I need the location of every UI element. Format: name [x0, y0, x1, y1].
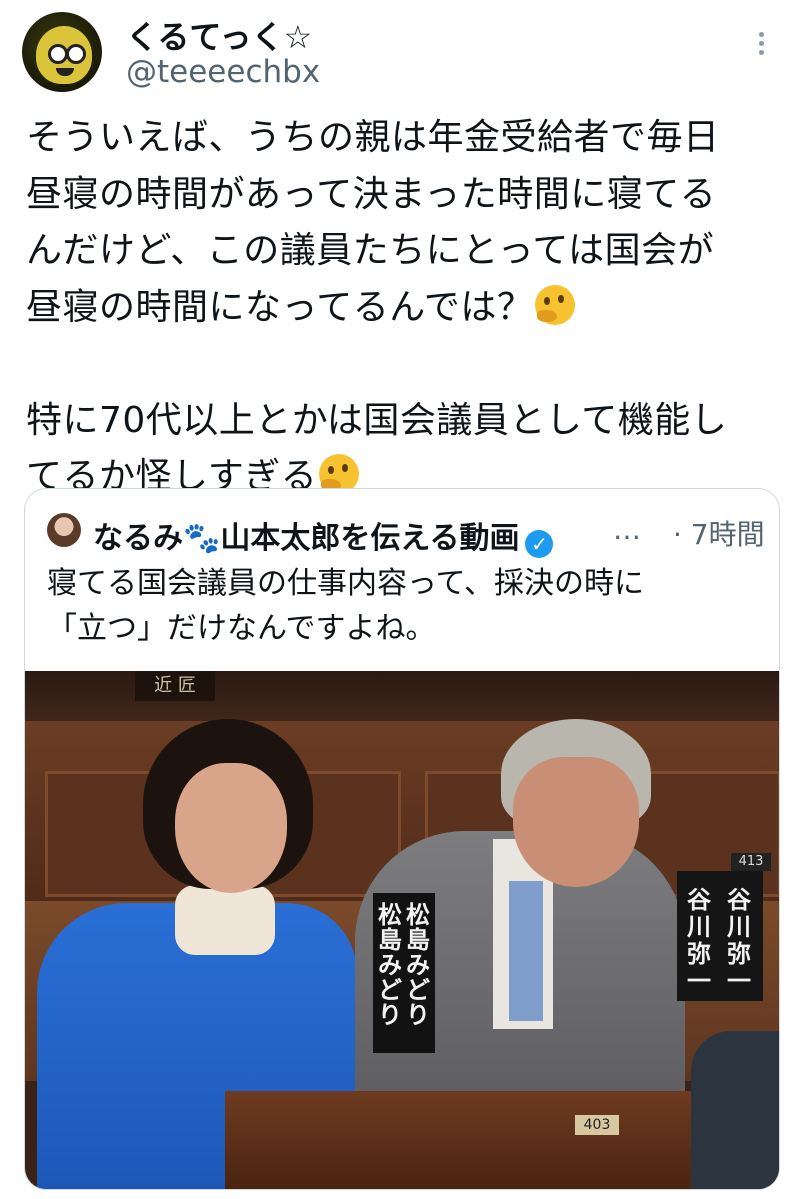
nameplate-char: 島	[406, 926, 430, 954]
nameplate-char: り	[378, 1001, 402, 1029]
nameplate-char: み	[378, 951, 402, 979]
quoted-author-name[interactable]: なるみ🐾山本太郎を伝える動画 ✓	[93, 513, 554, 558]
avatar-eye-icon	[66, 44, 86, 64]
photo-seat-number-2: 413	[731, 853, 771, 871]
photo-sign: 近 匠	[135, 671, 215, 701]
nameplate-char: み	[406, 951, 430, 979]
nameplate-char: 谷	[687, 886, 711, 914]
nameplate-char: 松	[406, 901, 430, 929]
nameplate-char: 弥	[727, 940, 751, 968]
quoted-tweet[interactable]: なるみ🐾山本太郎を伝える動画 ✓ … · 7時間 寝てる国会議員の仕事内容って、採…	[24, 488, 780, 1190]
tweet-text-part1: そういえば、うちの親は年金受給者で毎日 昼寝の時間があって決まった時間に寝てる …	[26, 117, 720, 328]
nameplate-col: 谷 川 弥 一	[721, 887, 757, 995]
nameplate-char: 一	[687, 967, 711, 995]
nameplate-char: 川	[727, 913, 751, 941]
quoted-more-text: …	[613, 513, 641, 546]
nameplate-char: 谷	[727, 886, 751, 914]
photo-nameplate-2: 谷 川 弥 一 谷 川 弥 一	[677, 871, 763, 1001]
quoted-photo[interactable]: 近 匠 松 島 み ど り 松 島 み ど り 谷 川 弥 一 谷 川 弥 一 …	[25, 671, 779, 1189]
tweet-text-part2: 特に70代以上とかは国会議員として機能し てるか怪しすぎる	[26, 399, 728, 498]
nameplate-col: 谷 川 弥 一	[681, 887, 717, 995]
thinking-face-icon	[535, 284, 576, 325]
author-avatar[interactable]	[22, 12, 102, 92]
more-options-icon[interactable]	[754, 28, 768, 68]
nameplate-char: 島	[378, 926, 402, 954]
nameplate-char: 弥	[687, 940, 711, 968]
photo-nameplate: 松 島 み ど り 松 島 み ど り	[373, 893, 435, 1053]
quoted-author-avatar[interactable]	[47, 513, 81, 547]
quoted-timestamp[interactable]: · 7時間	[673, 513, 765, 553]
photo-woman-neck	[175, 885, 275, 955]
nameplate-char: り	[406, 1001, 430, 1029]
quoted-author-name-text: なるみ🐾山本太郎を伝える動画	[93, 521, 520, 556]
photo-right-person	[691, 1031, 779, 1189]
photo-seat-number: 403	[575, 1115, 619, 1135]
author-display-name[interactable]: くるてっく☆	[126, 12, 312, 58]
nameplate-col: 松 島 み ど り	[405, 903, 431, 1028]
photo-woman-face	[175, 763, 287, 893]
verified-badge-icon: ✓	[525, 530, 554, 558]
nameplate-char: 川	[687, 913, 711, 941]
tweet-text: そういえば、うちの親は年金受給者で毎日 昼寝の時間があって決まった時間に寝てる …	[26, 110, 786, 506]
nameplate-col: 松 島 み ど り	[377, 903, 403, 1028]
quoted-tweet-text: 寝てる国会議員の仕事内容って、採決の時に 「立つ」だけなんですよね。	[47, 566, 644, 646]
avatar-eye-icon	[48, 44, 68, 64]
nameplate-char: 一	[727, 967, 751, 995]
author-handle[interactable]: @teeeechbx	[126, 54, 320, 90]
nameplate-char: 松	[378, 901, 402, 929]
nameplate-char: ど	[406, 976, 430, 1004]
photo-man-face	[513, 757, 639, 887]
photo-man-tie	[509, 881, 543, 1021]
nameplate-char: ど	[378, 976, 402, 1004]
